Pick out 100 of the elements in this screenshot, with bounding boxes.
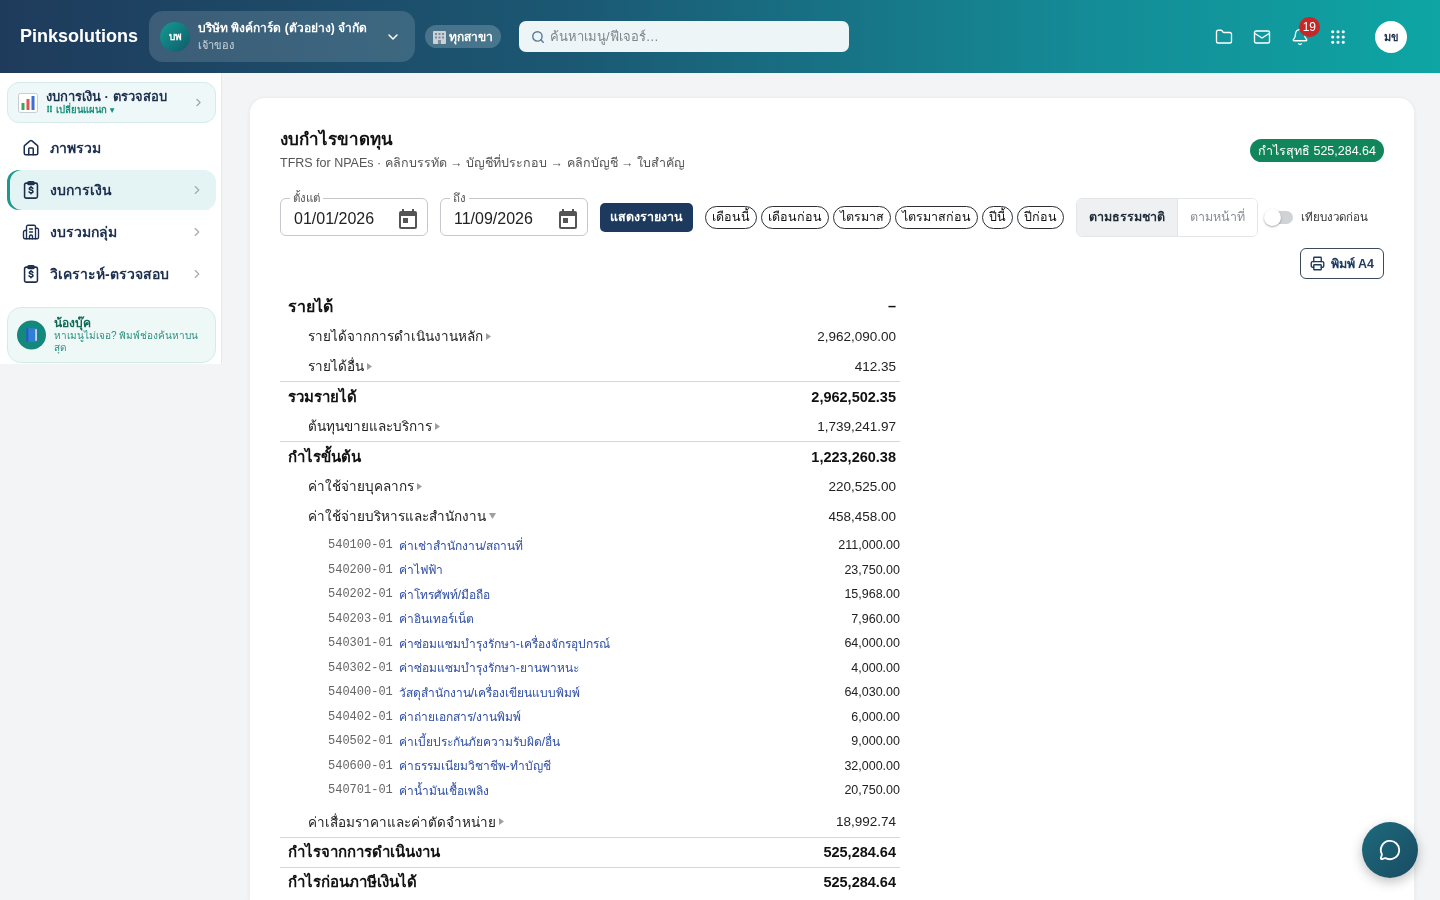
- account-link[interactable]: ค่าซ่อมแซมบำรุงรักษา-เครื่องจักรอุปกรณ์: [398, 633, 610, 653]
- caret-right-icon[interactable]: [435, 422, 440, 430]
- building-icon: [433, 29, 446, 44]
- helper-title: น้องบุ๊ค: [54, 316, 91, 330]
- company-avatar: บพ: [160, 21, 190, 52]
- search-field[interactable]: ค้นหาเมนู/ฟีเจอร์…: [519, 21, 849, 52]
- calendar-icon[interactable]: [399, 209, 417, 229]
- total-label: รวมรายได้: [288, 386, 357, 407]
- account-code: 540600-01: [328, 758, 393, 773]
- account-link[interactable]: ค่าน้ำมันเชื้อเพลิง: [398, 780, 489, 800]
- nav-item[interactable]: วิเคราะห์-ตรวจสอบ: [7, 254, 216, 294]
- line-amount: 18,992.74: [835, 814, 896, 829]
- plan-card[interactable]: งบการเงิน · ตรวจสอบ ⠿ เปลี่ยนแผนก ▾: [7, 82, 216, 123]
- caret-right-icon[interactable]: [499, 818, 504, 825]
- total-label: กำไรขั้นต้น: [288, 444, 361, 467]
- account-code: 540402-01: [328, 709, 393, 724]
- section-heading: รายได้: [288, 296, 333, 317]
- account-code: 540400-01: [328, 685, 393, 700]
- account-amount: 32,000.00: [844, 758, 900, 773]
- switch-department-link[interactable]: ⠿ เปลี่ยนแผนก ▾: [46, 104, 184, 116]
- company-selector[interactable]: บพ บริษัท พิงค์การ์ด (ตัวอย่าง) จำกัด เจ้าของ: [149, 11, 415, 62]
- account-amount: 7,960.00: [851, 611, 900, 626]
- helper-text: หาเมนูไม่เจอ? พิมพ์ช่องค้นหาบนสุด: [54, 330, 200, 354]
- account-amount: 6,000.00: [851, 709, 900, 724]
- clipboard-icon: [22, 181, 40, 199]
- account-amount: 64,000.00: [844, 636, 900, 651]
- section-amount: –: [887, 298, 896, 314]
- total-amount: 1,223,260.38: [811, 448, 896, 465]
- caret-right-icon[interactable]: [486, 332, 491, 340]
- date-field[interactable]: ตั้งแต่ 01/01/2026: [280, 191, 428, 236]
- account-link[interactable]: ค่าซ่อมแซมบำรุงรักษา-ยานพาหนะ: [398, 658, 579, 678]
- line-label[interactable]: รายได้อื่น: [308, 355, 364, 377]
- caret-right-icon[interactable]: [367, 362, 372, 370]
- period-chip[interactable]: ปีก่อน: [1017, 205, 1064, 229]
- account-link[interactable]: ค่าโทรศัพท์/มือถือ: [398, 584, 491, 604]
- period-chip[interactable]: เดือนก่อน: [761, 205, 829, 229]
- caret-down-icon[interactable]: [489, 513, 496, 519]
- account-link[interactable]: ค่าเช่าสำนักงาน/สถานที่: [398, 535, 524, 555]
- company-role: เจ้าของ: [198, 38, 235, 53]
- total-amount: 525,284.64: [823, 874, 896, 890]
- apps-grid-icon[interactable]: [1329, 27, 1347, 46]
- total-amount: 2,962,502.35: [811, 388, 896, 405]
- period-chip[interactable]: เดือนนี้: [705, 205, 757, 229]
- date-field[interactable]: ถึง 11/09/2026: [440, 191, 588, 236]
- line-label[interactable]: ค่าเสื่อมราคาและค่าตัดจำหน่าย: [308, 810, 496, 833]
- account-amount: 20,750.00: [844, 783, 900, 798]
- account-code: 540301-01: [328, 636, 393, 651]
- field-label: ถึง: [452, 191, 467, 205]
- account-link[interactable]: ค่าอินเทอร์เน็ต: [398, 609, 474, 629]
- total-label: กำไรก่อนภาษีเงินได้: [288, 871, 417, 892]
- bar-chart-icon: [18, 92, 38, 113]
- line-amount: 458,458.00: [828, 508, 896, 524]
- app-logo: Pinksolutions: [20, 26, 138, 47]
- field-label: ตั้งแต่: [292, 191, 321, 205]
- folder-icon[interactable]: [1215, 27, 1233, 46]
- company-name: บริษัท พิงค์การ์ด (ตัวอย่าง) จำกัด: [198, 20, 368, 37]
- account-link[interactable]: ค่าธรรมเนียมวิชาชีพ-ทำบัญชี: [398, 756, 551, 776]
- account-link[interactable]: ค่าไฟฟ้า: [398, 560, 443, 580]
- user-avatar[interactable]: มข: [1375, 20, 1407, 53]
- print-button[interactable]: พิมพ์ A4: [1299, 248, 1384, 279]
- branch-button[interactable]: ทุกสาขา: [425, 25, 501, 48]
- line-amount: 2,962,090.00: [817, 328, 896, 344]
- account-link[interactable]: ค่าถ่ายเอกสาร/งานพิมพ์: [398, 707, 522, 727]
- account-code: 540202-01: [328, 587, 393, 602]
- line-label[interactable]: ค่าใช้จ่ายบริหารและสำนักงาน: [308, 505, 486, 527]
- nav-item[interactable]: ภาพรวม: [7, 128, 216, 168]
- calendar-icon[interactable]: [559, 209, 577, 229]
- view-tab[interactable]: ตามธรรมชาติ: [1077, 198, 1177, 236]
- account-amount: 4,000.00: [851, 660, 900, 675]
- compare-label: เทียบงวดก่อน: [1301, 210, 1368, 225]
- account-link[interactable]: วัสดุสำนักงาน/เครื่องเขียนแบบพิมพ์: [398, 682, 581, 702]
- account-code: 540200-01: [328, 562, 393, 577]
- account-amount: 23,750.00: [844, 562, 900, 577]
- show-report-button[interactable]: แสดงรายงาน: [600, 202, 693, 232]
- line-label[interactable]: ต้นทุนขายและบริการ: [308, 415, 432, 437]
- nav-item[interactable]: งบการเงิน: [7, 170, 216, 210]
- account-code: 540100-01: [328, 538, 393, 553]
- home-icon: [22, 139, 40, 157]
- account-amount: 64,030.00: [844, 685, 900, 700]
- nav-item[interactable]: งบรวมกลุ่ม: [7, 212, 216, 252]
- total-amount: 525,284.64: [823, 844, 896, 860]
- compare-switch[interactable]: [1265, 210, 1293, 224]
- account-code: 540302-01: [328, 660, 393, 675]
- printer-icon: [1309, 256, 1325, 271]
- search-icon: [531, 30, 545, 44]
- caret-right-icon[interactable]: [417, 482, 422, 490]
- account-code: 540502-01: [328, 734, 393, 749]
- line-label[interactable]: รายได้จากการดำเนินงานหลัก: [308, 325, 483, 347]
- account-link[interactable]: ค่าเบี้ยประกันภัยความรับผิด/อื่น: [398, 731, 561, 751]
- account-amount: 211,000.00: [838, 538, 900, 553]
- report-subtitle: TFRS for NPAEs · คลิกบรรทัด → บัญชีที่ประกอบ → คลิกบัญชี → ใบสำคัญ: [280, 154, 685, 172]
- building-icon: [22, 223, 40, 241]
- clipboard-icon: [22, 265, 40, 283]
- mail-icon[interactable]: [1253, 27, 1271, 46]
- account-code: 540701-01: [328, 783, 393, 798]
- period-chip[interactable]: ไตรมาสก่อน: [895, 205, 978, 229]
- period-chip[interactable]: ปีนี้: [982, 205, 1013, 229]
- period-chip[interactable]: ไตรมาส: [833, 205, 891, 229]
- line-label[interactable]: ค่าใช้จ่ายบุคลากร: [308, 475, 414, 497]
- book-icon: [17, 320, 46, 350]
